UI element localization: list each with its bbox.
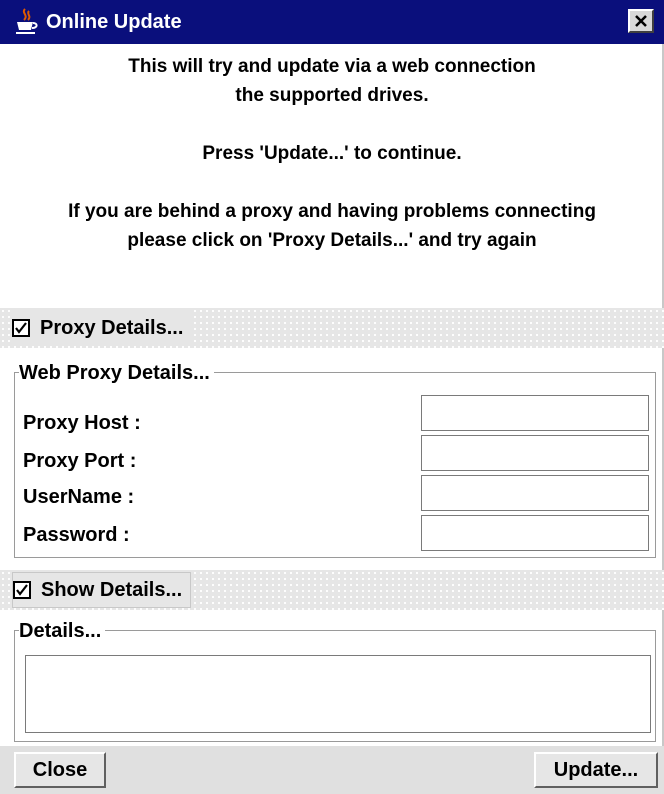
details-legend: Details...: [19, 619, 106, 643]
proxy-details-checkbox[interactable]: Proxy Details...: [12, 310, 192, 346]
check-icon: [12, 319, 30, 337]
proxy-host-input[interactable]: [421, 395, 649, 431]
password-input[interactable]: [421, 515, 649, 551]
proxy-details-strip: Proxy Details...: [0, 308, 664, 348]
message-line-3b: please click on 'Proxy Details...' and t…: [127, 230, 537, 251]
details-group: Details...: [14, 619, 656, 742]
check-icon: [13, 581, 31, 599]
web-proxy-legend: Web Proxy Details...: [19, 361, 214, 385]
proxy-port-input[interactable]: [421, 435, 649, 471]
intro-message: This will try and update via a web conne…: [0, 44, 664, 304]
show-details-label: Show Details...: [41, 578, 183, 601]
title-bar[interactable]: Online Update: [0, 0, 664, 44]
message-line-3a: If you are behind a proxy and having pro…: [68, 201, 596, 222]
proxy-port-label: Proxy Port :: [23, 450, 137, 472]
update-button[interactable]: Update...: [534, 752, 658, 788]
button-bar: Close Update...: [0, 746, 664, 794]
java-cup-icon: [14, 8, 38, 36]
details-textarea[interactable]: [25, 655, 651, 733]
close-icon[interactable]: [628, 9, 654, 33]
online-update-window: Online Update This will try and update v…: [0, 0, 664, 794]
username-input[interactable]: [421, 475, 649, 511]
close-button[interactable]: Close: [14, 752, 106, 788]
password-label: Password :: [23, 524, 130, 546]
web-proxy-group: Web Proxy Details... Proxy Host : Proxy …: [14, 361, 656, 558]
proxy-details-label: Proxy Details...: [40, 316, 184, 339]
proxy-host-label: Proxy Host :: [23, 412, 141, 434]
username-label: UserName :: [23, 486, 135, 508]
show-details-checkbox[interactable]: Show Details...: [12, 572, 192, 608]
show-details-strip: Show Details...: [0, 570, 664, 610]
message-line-1b: the supported drives.: [235, 85, 429, 106]
message-line-2: Press 'Update...' to continue.: [202, 143, 462, 164]
message-line-1a: This will try and update via a web conne…: [128, 56, 536, 77]
window-title: Online Update: [46, 11, 182, 33]
